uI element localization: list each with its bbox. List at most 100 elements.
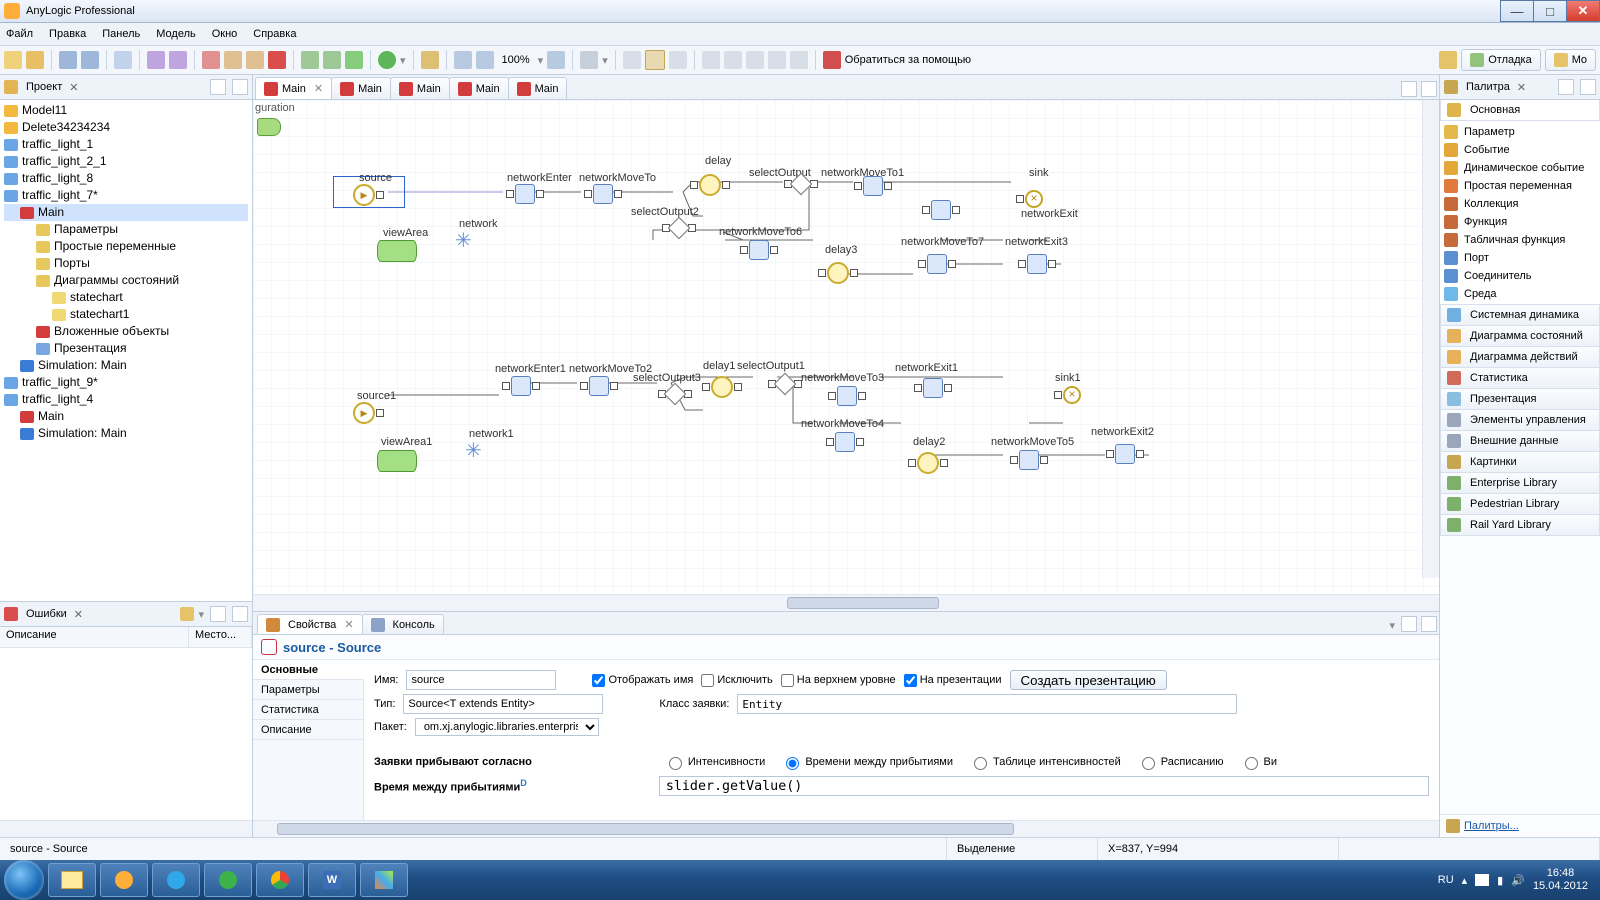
align-l-icon[interactable]	[702, 51, 720, 69]
tree-item[interactable]: Simulation: Main	[4, 357, 248, 374]
palette-min-icon[interactable]	[1558, 79, 1574, 95]
palette-section[interactable]: Enterprise Library	[1440, 472, 1600, 494]
zoom-out-icon[interactable]	[547, 51, 565, 69]
tray-arrow-icon[interactable]: ▴	[1462, 874, 1468, 887]
side-tab-basic[interactable]: Основные	[253, 660, 364, 680]
props-max-icon[interactable]	[1421, 616, 1437, 632]
tree-item[interactable]: Вложенные объекты	[4, 323, 248, 340]
saveall-icon[interactable]	[81, 51, 99, 69]
palette-item[interactable]: Динамическое событие	[1444, 159, 1596, 177]
block-networkmoveto3[interactable]	[827, 386, 867, 406]
palette-section[interactable]: Презентация	[1440, 388, 1600, 410]
redo-icon[interactable]	[169, 51, 187, 69]
block-network1[interactable]	[463, 440, 485, 462]
editor-max-icon[interactable]	[1421, 81, 1437, 97]
cb-exclude[interactable]	[701, 674, 714, 687]
properties-close-icon[interactable]: ✕	[344, 618, 353, 631]
block-networkmoveto2[interactable]	[579, 376, 619, 396]
snap-icon[interactable]	[645, 50, 665, 70]
copy-icon[interactable]	[224, 51, 242, 69]
errors-scrollbar[interactable]	[0, 820, 252, 837]
palette-item[interactable]: Порт	[1444, 249, 1596, 267]
tree-item[interactable]: Параметры	[4, 221, 248, 238]
menu-edit[interactable]: Правка	[49, 28, 86, 40]
tree-item[interactable]: Main	[4, 204, 248, 221]
block-networkexit2[interactable]	[1105, 444, 1145, 464]
block-networkenter1[interactable]	[501, 376, 541, 396]
guides-icon[interactable]	[669, 51, 687, 69]
tree-item[interactable]: statechart	[4, 289, 248, 306]
help-tool-icon[interactable]	[823, 51, 841, 69]
canvas[interactable]: guration	[253, 100, 1439, 594]
palette-section[interactable]: Диаграмма состояний	[1440, 325, 1600, 347]
cb-top[interactable]	[781, 674, 794, 687]
project-close-icon[interactable]: ✕	[66, 81, 81, 94]
class-input[interactable]	[737, 694, 1237, 714]
tree-item[interactable]: traffic_light_7*	[4, 187, 248, 204]
palette-item[interactable]: Событие	[1444, 141, 1596, 159]
block-sink[interactable]	[1015, 190, 1043, 208]
tab-main-5[interactable]: Main	[508, 77, 568, 99]
canvas-hscroll[interactable]	[253, 594, 1439, 611]
palette-item[interactable]: Коллекция	[1444, 195, 1596, 213]
tab-properties[interactable]: Свойства✕	[257, 614, 363, 634]
block-networkexit[interactable]	[921, 200, 961, 220]
project-max-icon[interactable]	[232, 79, 248, 95]
cb-showname[interactable]	[592, 674, 605, 687]
undo-icon[interactable]	[147, 51, 165, 69]
block-selectoutput1[interactable]	[767, 376, 803, 392]
errors-close-icon[interactable]: ✕	[71, 608, 86, 621]
align-t-icon[interactable]	[768, 51, 786, 69]
tree-item[interactable]: traffic_light_4	[4, 391, 248, 408]
task-anylogic[interactable]	[100, 863, 148, 897]
props-min-icon[interactable]	[1401, 616, 1417, 632]
tree-item[interactable]: traffic_light_2_1	[4, 153, 248, 170]
palette-section[interactable]: Статистика	[1440, 367, 1600, 389]
pin-icon[interactable]	[580, 51, 598, 69]
block-delay1[interactable]	[701, 376, 743, 398]
block-networkmoveto6[interactable]	[739, 240, 779, 260]
tab-close-icon[interactable]: ✕	[314, 82, 323, 95]
align-r-icon[interactable]	[746, 51, 764, 69]
block-selectoutput3[interactable]	[657, 386, 693, 402]
errors-col-desc[interactable]: Описание	[0, 627, 189, 647]
block-viewarea[interactable]	[377, 240, 417, 262]
radio-table[interactable]	[974, 757, 987, 770]
palette-section[interactable]: Pedestrian Library	[1440, 493, 1600, 515]
tab-main-4[interactable]: Main	[449, 77, 509, 99]
print-icon[interactable]	[114, 51, 132, 69]
menu-help[interactable]: Справка	[253, 28, 296, 40]
errors-max-icon[interactable]	[232, 606, 248, 622]
palette-max-icon[interactable]	[1580, 79, 1596, 95]
right-ico-1[interactable]	[1439, 51, 1457, 69]
grid-icon[interactable]	[623, 51, 641, 69]
debug-button[interactable]: Отладка	[1461, 49, 1540, 71]
palettes-link[interactable]: Палитры...	[1464, 820, 1519, 832]
tree-item[interactable]: traffic_light_1	[4, 136, 248, 153]
menu-file[interactable]: Файл	[6, 28, 33, 40]
interarrival-input[interactable]	[659, 776, 1429, 796]
buildopt-icon[interactable]	[323, 51, 341, 69]
editor-min-icon[interactable]	[1401, 81, 1417, 97]
tab-console[interactable]: Консоль	[362, 614, 444, 634]
task-word[interactable]: W	[308, 863, 356, 897]
align-c-icon[interactable]	[724, 51, 742, 69]
maximize-button[interactable]: □	[1533, 0, 1567, 22]
block-networkmoveto1[interactable]	[853, 176, 893, 196]
tree-item[interactable]: Delete34234234	[4, 119, 248, 136]
project-min-icon[interactable]	[210, 79, 226, 95]
create-presentation-button[interactable]: Создать презентацию	[1010, 670, 1167, 690]
delete-icon[interactable]	[268, 51, 286, 69]
task-chrome[interactable]	[256, 863, 304, 897]
side-tab-desc[interactable]: Описание	[253, 720, 363, 740]
menu-panel[interactable]: Панель	[102, 28, 140, 40]
paste-icon[interactable]	[246, 51, 264, 69]
block-networkmoveto4[interactable]	[825, 432, 865, 452]
build-icon[interactable]	[301, 51, 319, 69]
tray-flag-icon[interactable]	[1475, 874, 1489, 886]
tab-main-2[interactable]: Main	[331, 77, 391, 99]
palette-item[interactable]: Функция	[1444, 213, 1596, 231]
zoom-fit-icon[interactable]	[454, 51, 472, 69]
block-delay[interactable]	[689, 174, 731, 196]
tree-item[interactable]: Презентация	[4, 340, 248, 357]
